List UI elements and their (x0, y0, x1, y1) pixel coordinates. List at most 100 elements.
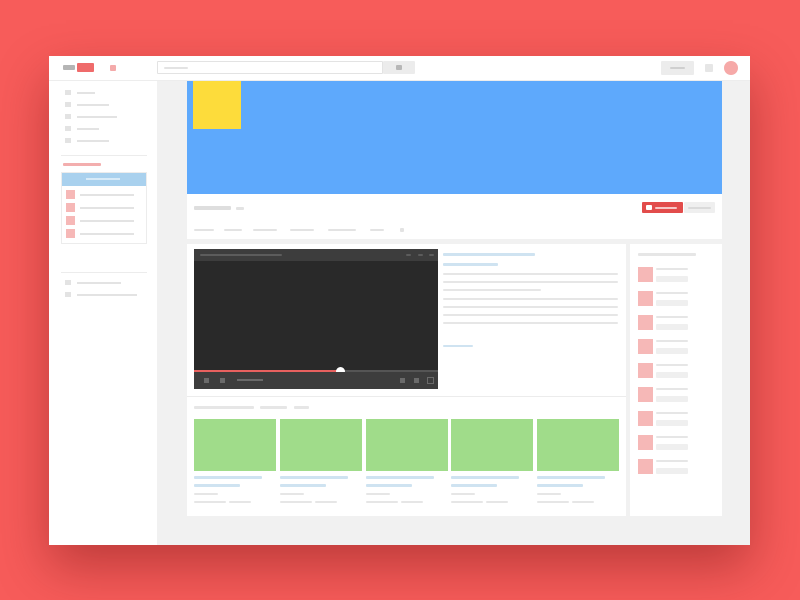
tab-videos[interactable] (224, 229, 242, 231)
video-thumbnail[interactable] (194, 419, 276, 471)
volume-icon[interactable] (220, 378, 225, 383)
watch-later-icon[interactable] (418, 254, 423, 256)
related-subscribe-button[interactable] (656, 444, 688, 450)
related-channel-avatar[interactable] (638, 339, 653, 354)
sidebar (49, 81, 157, 545)
play-icon[interactable] (204, 378, 209, 383)
play-all-link[interactable] (260, 406, 287, 409)
view-all-link[interactable] (294, 406, 309, 409)
subscription-item[interactable] (66, 203, 144, 212)
sidebar-divider (61, 272, 147, 273)
subscription-item[interactable] (66, 216, 144, 225)
channel-avatar[interactable] (193, 81, 241, 129)
tab-about[interactable] (370, 229, 384, 231)
read-more-link[interactable] (443, 345, 473, 347)
video-channel (194, 493, 218, 495)
search-button[interactable] (383, 61, 415, 74)
tab-channels[interactable] (290, 229, 314, 231)
subscription-item[interactable] (66, 190, 144, 199)
related-channel-name[interactable] (656, 460, 688, 462)
subscriptions-header[interactable] (62, 173, 146, 186)
subscriptions-header-label (86, 178, 120, 180)
related-channel-avatar[interactable] (638, 387, 653, 402)
featured-description-line (443, 314, 618, 316)
share-icon[interactable] (406, 254, 411, 256)
video-title[interactable] (194, 476, 262, 479)
related-subscribe-button[interactable] (656, 420, 688, 426)
video-meta (537, 501, 569, 503)
related-channel-avatar[interactable] (638, 315, 653, 330)
sidebar-item[interactable] (65, 138, 155, 144)
sidebar-item[interactable] (65, 102, 155, 108)
featured-video-meta (443, 263, 498, 266)
settings-icon[interactable] (400, 378, 405, 383)
search-icon (396, 65, 402, 70)
sign-in-button[interactable] (661, 61, 694, 75)
featured-video-title[interactable] (443, 253, 535, 256)
sidebar-item[interactable] (65, 280, 155, 286)
related-subscribe-button[interactable] (656, 300, 688, 306)
sidebar-item-icon (65, 126, 71, 131)
tab-home[interactable] (194, 229, 214, 231)
subscription-label (80, 207, 134, 209)
related-channel-name[interactable] (656, 340, 688, 342)
related-channel-avatar[interactable] (638, 267, 653, 282)
subscriber-count (684, 202, 715, 213)
subscription-avatar (66, 203, 75, 212)
info-icon[interactable] (429, 254, 434, 256)
sidebar-item[interactable] (65, 90, 155, 96)
apps-icon[interactable] (705, 64, 713, 72)
sidebar-item-icon (65, 292, 71, 297)
related-channel-avatar[interactable] (638, 363, 653, 378)
search-input[interactable] (157, 61, 383, 74)
related-channel-name[interactable] (656, 364, 688, 366)
related-subscribe-button[interactable] (656, 468, 688, 474)
related-subscribe-button[interactable] (656, 324, 688, 330)
video-player[interactable] (194, 249, 438, 389)
related-channel-name[interactable] (656, 316, 688, 318)
video-title-line (194, 484, 240, 487)
channel-verified-icon (236, 207, 244, 210)
fullscreen-icon[interactable] (427, 377, 434, 384)
video-meta (229, 501, 251, 503)
video-thumbnail[interactable] (366, 419, 448, 471)
related-channel-avatar[interactable] (638, 435, 653, 450)
video-channel (537, 493, 561, 495)
related-subscribe-button[interactable] (656, 276, 688, 282)
avatar[interactable] (724, 61, 738, 75)
featured-description-line (443, 281, 618, 283)
subscription-item[interactable] (66, 229, 144, 238)
related-subscribe-button[interactable] (656, 372, 688, 378)
related-channel-avatar[interactable] (638, 291, 653, 306)
related-subscribe-button[interactable] (656, 396, 688, 402)
subscribe-button[interactable] (642, 202, 683, 213)
video-title[interactable] (280, 476, 348, 479)
related-channel-name[interactable] (656, 388, 688, 390)
captions-icon[interactable] (414, 378, 419, 383)
sidebar-item-icon (65, 114, 71, 119)
related-channel-name[interactable] (656, 412, 688, 414)
video-title[interactable] (537, 476, 605, 479)
video-thumbnail[interactable] (451, 419, 533, 471)
sidebar-item[interactable] (65, 126, 155, 132)
related-channel-avatar[interactable] (638, 411, 653, 426)
channel-header (187, 194, 722, 239)
logo-icon[interactable] (63, 65, 75, 70)
video-title[interactable] (366, 476, 434, 479)
video-thumbnail[interactable] (537, 419, 619, 471)
logo-badge[interactable] (77, 63, 94, 72)
related-channel-avatar[interactable] (638, 459, 653, 474)
upload-icon[interactable] (110, 65, 116, 71)
tab-playlists[interactable] (253, 229, 277, 231)
subscription-label (80, 194, 134, 196)
sidebar-item[interactable] (65, 292, 155, 298)
related-channel-name[interactable] (656, 268, 688, 270)
related-subscribe-button[interactable] (656, 348, 688, 354)
video-thumbnail[interactable] (280, 419, 362, 471)
search-channel-icon[interactable] (400, 228, 404, 232)
sidebar-item[interactable] (65, 114, 155, 120)
tab-discussion[interactable] (328, 229, 356, 231)
related-channel-name[interactable] (656, 292, 688, 294)
related-channel-name[interactable] (656, 436, 688, 438)
video-title[interactable] (451, 476, 519, 479)
